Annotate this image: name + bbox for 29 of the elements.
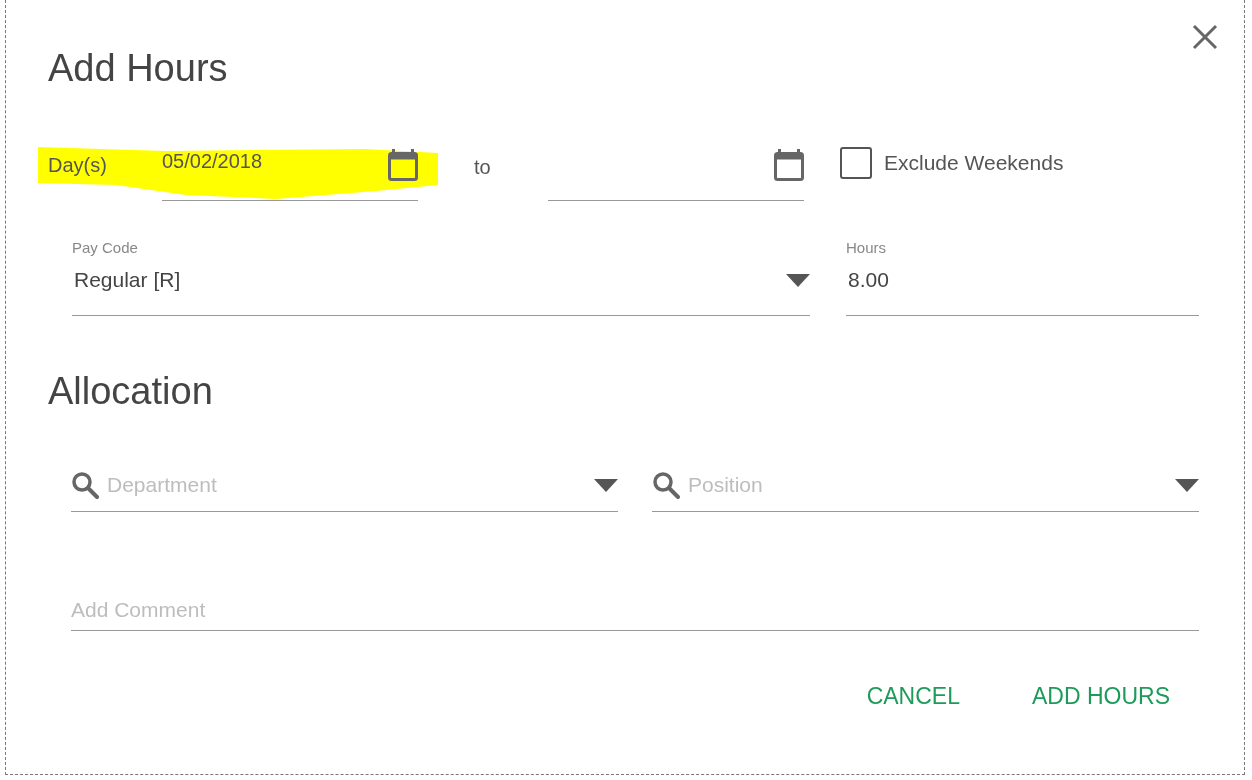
department-dropdown[interactable]: Department: [71, 461, 618, 512]
cancel-button[interactable]: CANCEL: [850, 678, 976, 714]
checkbox[interactable]: [840, 147, 872, 179]
close-button[interactable]: [1190, 22, 1220, 52]
comment-field[interactable]: Add Comment: [71, 588, 1199, 631]
field-value: Regular [R]: [73, 268, 181, 292]
caret-icon[interactable]: [1175, 478, 1199, 492]
to-label: to: [473, 156, 492, 179]
caret-icon[interactable]: [594, 478, 618, 492]
calendar-icon[interactable]: [774, 149, 804, 181]
dialog-title: Add Hours: [48, 46, 228, 91]
checkbox-label: Exclude Weekends: [884, 151, 1064, 175]
add-hours-button[interactable]: ADD HOURS: [1016, 678, 1186, 714]
calendar-icon[interactable]: [388, 149, 418, 181]
field-label: Pay Code: [72, 239, 138, 257]
placeholder-text: Position: [688, 473, 764, 497]
field-label: Hours: [846, 239, 886, 257]
position-dropdown[interactable]: Position: [652, 461, 1199, 512]
start-date-field[interactable]: 05/02/2018: [162, 137, 418, 201]
placeholder-text: Department: [107, 473, 218, 497]
days-label: Day(s): [48, 154, 108, 177]
field-value: 8.00: [847, 268, 889, 292]
pay-code-dropdown[interactable]: Pay Code Regular [R]: [72, 239, 810, 316]
section-title: Allocation: [48, 369, 213, 414]
date-value: 05/02/2018: [162, 149, 263, 173]
search-icon: [71, 471, 99, 499]
caret-icon[interactable]: [786, 273, 810, 287]
search-icon: [652, 471, 680, 499]
hours-field[interactable]: Hours 8.00: [846, 239, 1199, 316]
